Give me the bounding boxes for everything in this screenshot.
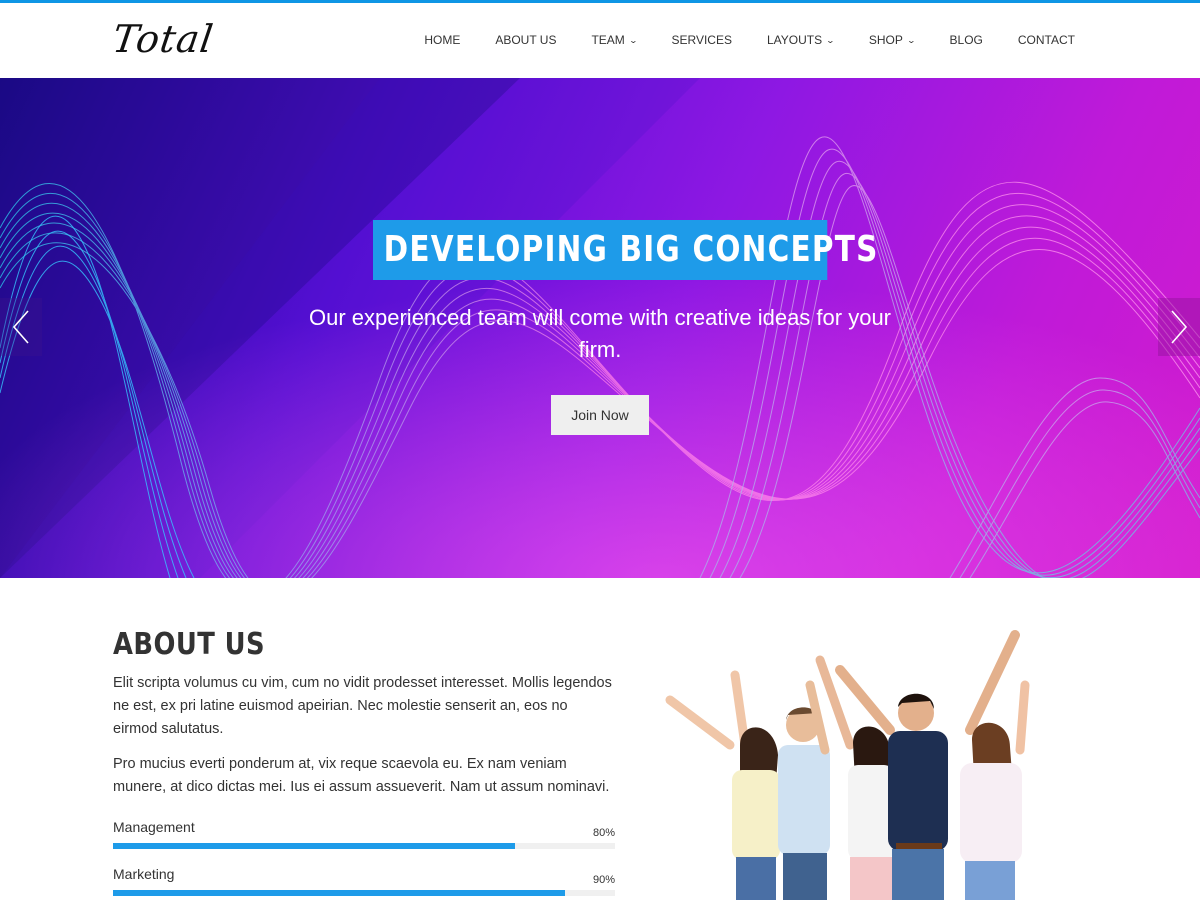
nav-item-services[interactable]: SERVICES	[672, 33, 732, 47]
skill-track	[113, 890, 615, 896]
chevron-down-icon: ⌄	[906, 35, 916, 45]
site-header: Total HOME ABOUT US TEAM ⌄ SERVICES LAYOU…	[0, 3, 1200, 78]
site-logo[interactable]: Total	[110, 17, 217, 61]
skill-name: Marketing	[113, 866, 175, 882]
chevron-down-icon: ⌄	[825, 35, 836, 45]
nav-item-home[interactable]: HOME	[424, 33, 460, 47]
join-now-button[interactable]: Join Now	[551, 395, 649, 435]
nav-item-layouts[interactable]: LAYOUTS ⌄	[766, 33, 836, 47]
skill-percent: 80%	[592, 827, 615, 839]
nav-label: LAYOUTS	[766, 33, 823, 47]
chevron-left-icon	[12, 310, 29, 344]
main-nav: HOME ABOUT US TEAM ⌄ SERVICES LAYOUTS ⌄ SH…	[389, 33, 1075, 47]
skill-name: Management	[113, 819, 195, 835]
about-paragraph: Elit scripta volumus cu vim, cum no vidi…	[113, 675, 612, 737]
chevron-down-icon: ⌄	[628, 35, 638, 45]
skill-bar-management: Management 80%	[113, 819, 615, 849]
about-title: ABOUT US	[113, 627, 266, 662]
nav-item-about-us[interactable]: ABOUT US	[495, 33, 556, 47]
nav-label: SERVICES	[671, 33, 732, 47]
skill-fill	[113, 890, 565, 896]
person-1	[665, 670, 780, 900]
about-paragraph: Pro mucius everti ponderum at, vix reque…	[113, 756, 610, 795]
nav-label: ABOUT US	[495, 33, 557, 47]
slider-prev-button[interactable]	[0, 298, 42, 356]
nav-label: SHOP	[868, 33, 903, 47]
nav-item-shop[interactable]: SHOP ⌄	[868, 33, 916, 47]
person-2	[778, 680, 830, 900]
hero-subtitle: Our experienced team will come with crea…	[308, 305, 892, 362]
slider-next-button[interactable]	[1158, 298, 1200, 356]
hero-title: DEVELOPING BIG CONCEPTS	[373, 220, 877, 280]
team-photo	[665, 630, 1030, 900]
hero-slider: DEVELOPING BIG CONCEPTS Our experienced …	[0, 78, 1200, 578]
about-section: ABOUT US Elit scripta volumus cu vim, cu…	[113, 627, 615, 896]
nav-item-contact[interactable]: CONTACT	[1018, 33, 1075, 47]
nav-item-blog[interactable]: BLOG	[950, 33, 983, 47]
nav-label: HOME	[424, 33, 461, 47]
person-5	[960, 680, 1030, 900]
skill-percent: 90%	[592, 874, 615, 886]
skill-fill	[113, 843, 515, 849]
nav-label: CONTACT	[1017, 33, 1075, 47]
skill-bar-marketing: Marketing 90%	[113, 866, 615, 896]
nav-label: BLOG	[949, 33, 983, 47]
nav-label: TEAM	[591, 33, 625, 47]
chevron-right-icon	[1171, 310, 1188, 344]
nav-item-team[interactable]: TEAM ⌄	[591, 33, 638, 47]
skill-track	[113, 843, 615, 849]
